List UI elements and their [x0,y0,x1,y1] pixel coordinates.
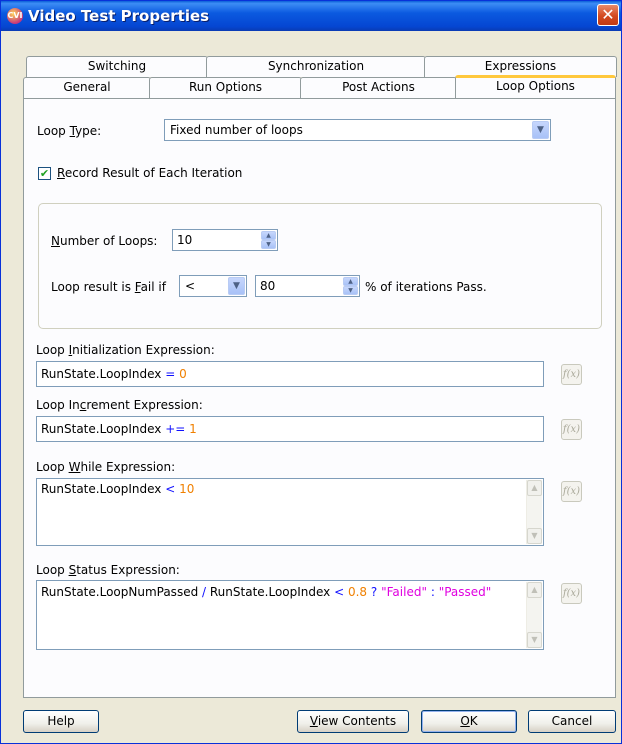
tab-label: Switching [87,59,147,73]
app-icon: CVI [7,8,23,24]
loop-count-group [38,203,602,329]
expression-token: = [165,367,176,381]
tab-label: Synchronization [267,59,365,73]
loop-options-panel: Loop Type: Fixed number of loops ▼ ✔ Rec… [23,98,616,698]
scroll-down-icon[interactable]: ▼ [527,528,542,544]
fail-operator-select[interactable]: < ▼ [179,275,247,297]
expression-token: 1 [189,422,197,436]
loop-type-label: Loop Type: [37,124,102,138]
fail-operator-value: < [185,279,196,293]
fail-percent-stepper[interactable]: ▲ ▼ [343,277,358,295]
chevron-down-icon[interactable]: ▼ [532,121,549,139]
loop-type-select[interactable]: Fixed number of loops ▼ [164,119,551,141]
tab-switching[interactable]: Switching [26,56,208,77]
expression-token: "Failed" [381,585,427,599]
window-title: Video Test Properties [28,7,210,25]
init-expression-label: Loop Initialization Expression: [36,343,215,357]
scrollbar[interactable]: ▲ ▼ [526,480,542,544]
fail-percent-value: 80 [260,279,276,293]
spin-down-icon[interactable]: ▼ [261,240,276,249]
close-icon[interactable]: ✕ [597,4,619,26]
expression-token: += [165,422,186,436]
expression-token: RunState.LoopIndex [41,367,166,381]
tab-label: Loop Options [496,79,575,93]
title-bar[interactable]: CVI Video Test Properties ✕ [1,1,621,31]
chevron-down-icon[interactable]: ▼ [228,277,245,295]
scroll-up-icon[interactable]: ▲ [527,582,542,598]
function-builder-icon[interactable]: f(x) [561,419,582,440]
expression-token: < [334,585,345,599]
num-loops-stepper[interactable]: ▲ ▼ [261,231,276,249]
status-expression-field[interactable]: RunState.LoopNumPassed / RunState.LoopIn… [36,580,544,650]
function-builder-icon[interactable]: f(x) [561,364,582,385]
increment-expression-field[interactable]: RunState.LoopIndex += 1 [36,416,544,442]
help-button[interactable]: Help [23,710,99,733]
tab-label: Expressions [484,59,557,73]
spin-down-icon[interactable]: ▼ [343,286,358,295]
fail-percent-suffix: % of iterations Pass. [365,280,487,294]
while-expression-text: RunState.LoopIndex < 10 [41,482,194,496]
spin-up-icon[interactable]: ▲ [343,277,358,286]
expression-token: RunState.LoopNumPassed [41,585,203,599]
spin-up-icon[interactable]: ▲ [261,231,276,240]
expression-token: "Passed" [438,585,492,599]
while-expression-label: Loop While Expression: [36,460,176,474]
expression-token: RunState.LoopIndex [206,585,335,599]
status-expression-label: Loop Status Expression: [36,563,180,577]
tab-expressions[interactable]: Expressions [424,56,617,77]
num-loops-label: Number of Loops: [51,234,158,248]
expression-token: 10 [179,482,195,496]
num-loops-value: 10 [177,233,193,247]
tab-label: General [63,80,111,94]
expression-token: < [165,482,176,496]
tab-post-actions[interactable]: Post Actions [300,77,457,98]
expression-token: RunState.LoopIndex [41,422,166,436]
increment-expression-label: Loop Increment Expression: [36,398,203,412]
fail-condition-label: Loop result is Fail if [51,280,166,294]
tab-run-options[interactable]: Run Options [149,77,302,98]
expression-token: 0.8 [347,585,368,599]
tab-label: Post Actions [342,80,415,94]
function-builder-icon[interactable]: f(x) [561,583,582,604]
tab-general[interactable]: General [23,77,151,98]
fail-percent-input[interactable]: 80 ▲ ▼ [255,275,360,297]
init-expression-field[interactable]: RunState.LoopIndex = 0 [36,361,544,387]
tab-loop-options[interactable]: Loop Options [455,75,616,98]
status-expression-text: RunState.LoopNumPassed / RunState.LoopIn… [41,585,491,599]
num-loops-input[interactable]: 10 ▲ ▼ [172,229,278,251]
view-contents-button[interactable]: View Contents [297,710,409,733]
scrollbar[interactable]: ▲ ▼ [526,582,542,648]
function-builder-icon[interactable]: f(x) [561,481,582,502]
while-expression-field[interactable]: RunState.LoopIndex < 10 ▲ ▼ [36,478,544,546]
scroll-down-icon[interactable]: ▼ [527,632,542,648]
expression-token: 0 [179,367,187,381]
scroll-up-icon[interactable]: ▲ [527,480,542,496]
record-result-label: Record Result of Each Iteration [57,166,243,180]
expression-token: RunState.LoopIndex [41,482,166,496]
cancel-button[interactable]: Cancel [528,710,616,733]
ok-button[interactable]: OK [421,710,517,733]
properties-dialog: CVI Video Test Properties ✕ Switching Sy… [0,0,622,744]
tab-label: Run Options [188,80,263,94]
tab-synchronization[interactable]: Synchronization [206,56,426,77]
loop-type-value: Fixed number of loops [170,123,303,137]
record-result-checkbox[interactable]: ✔ [38,167,51,180]
